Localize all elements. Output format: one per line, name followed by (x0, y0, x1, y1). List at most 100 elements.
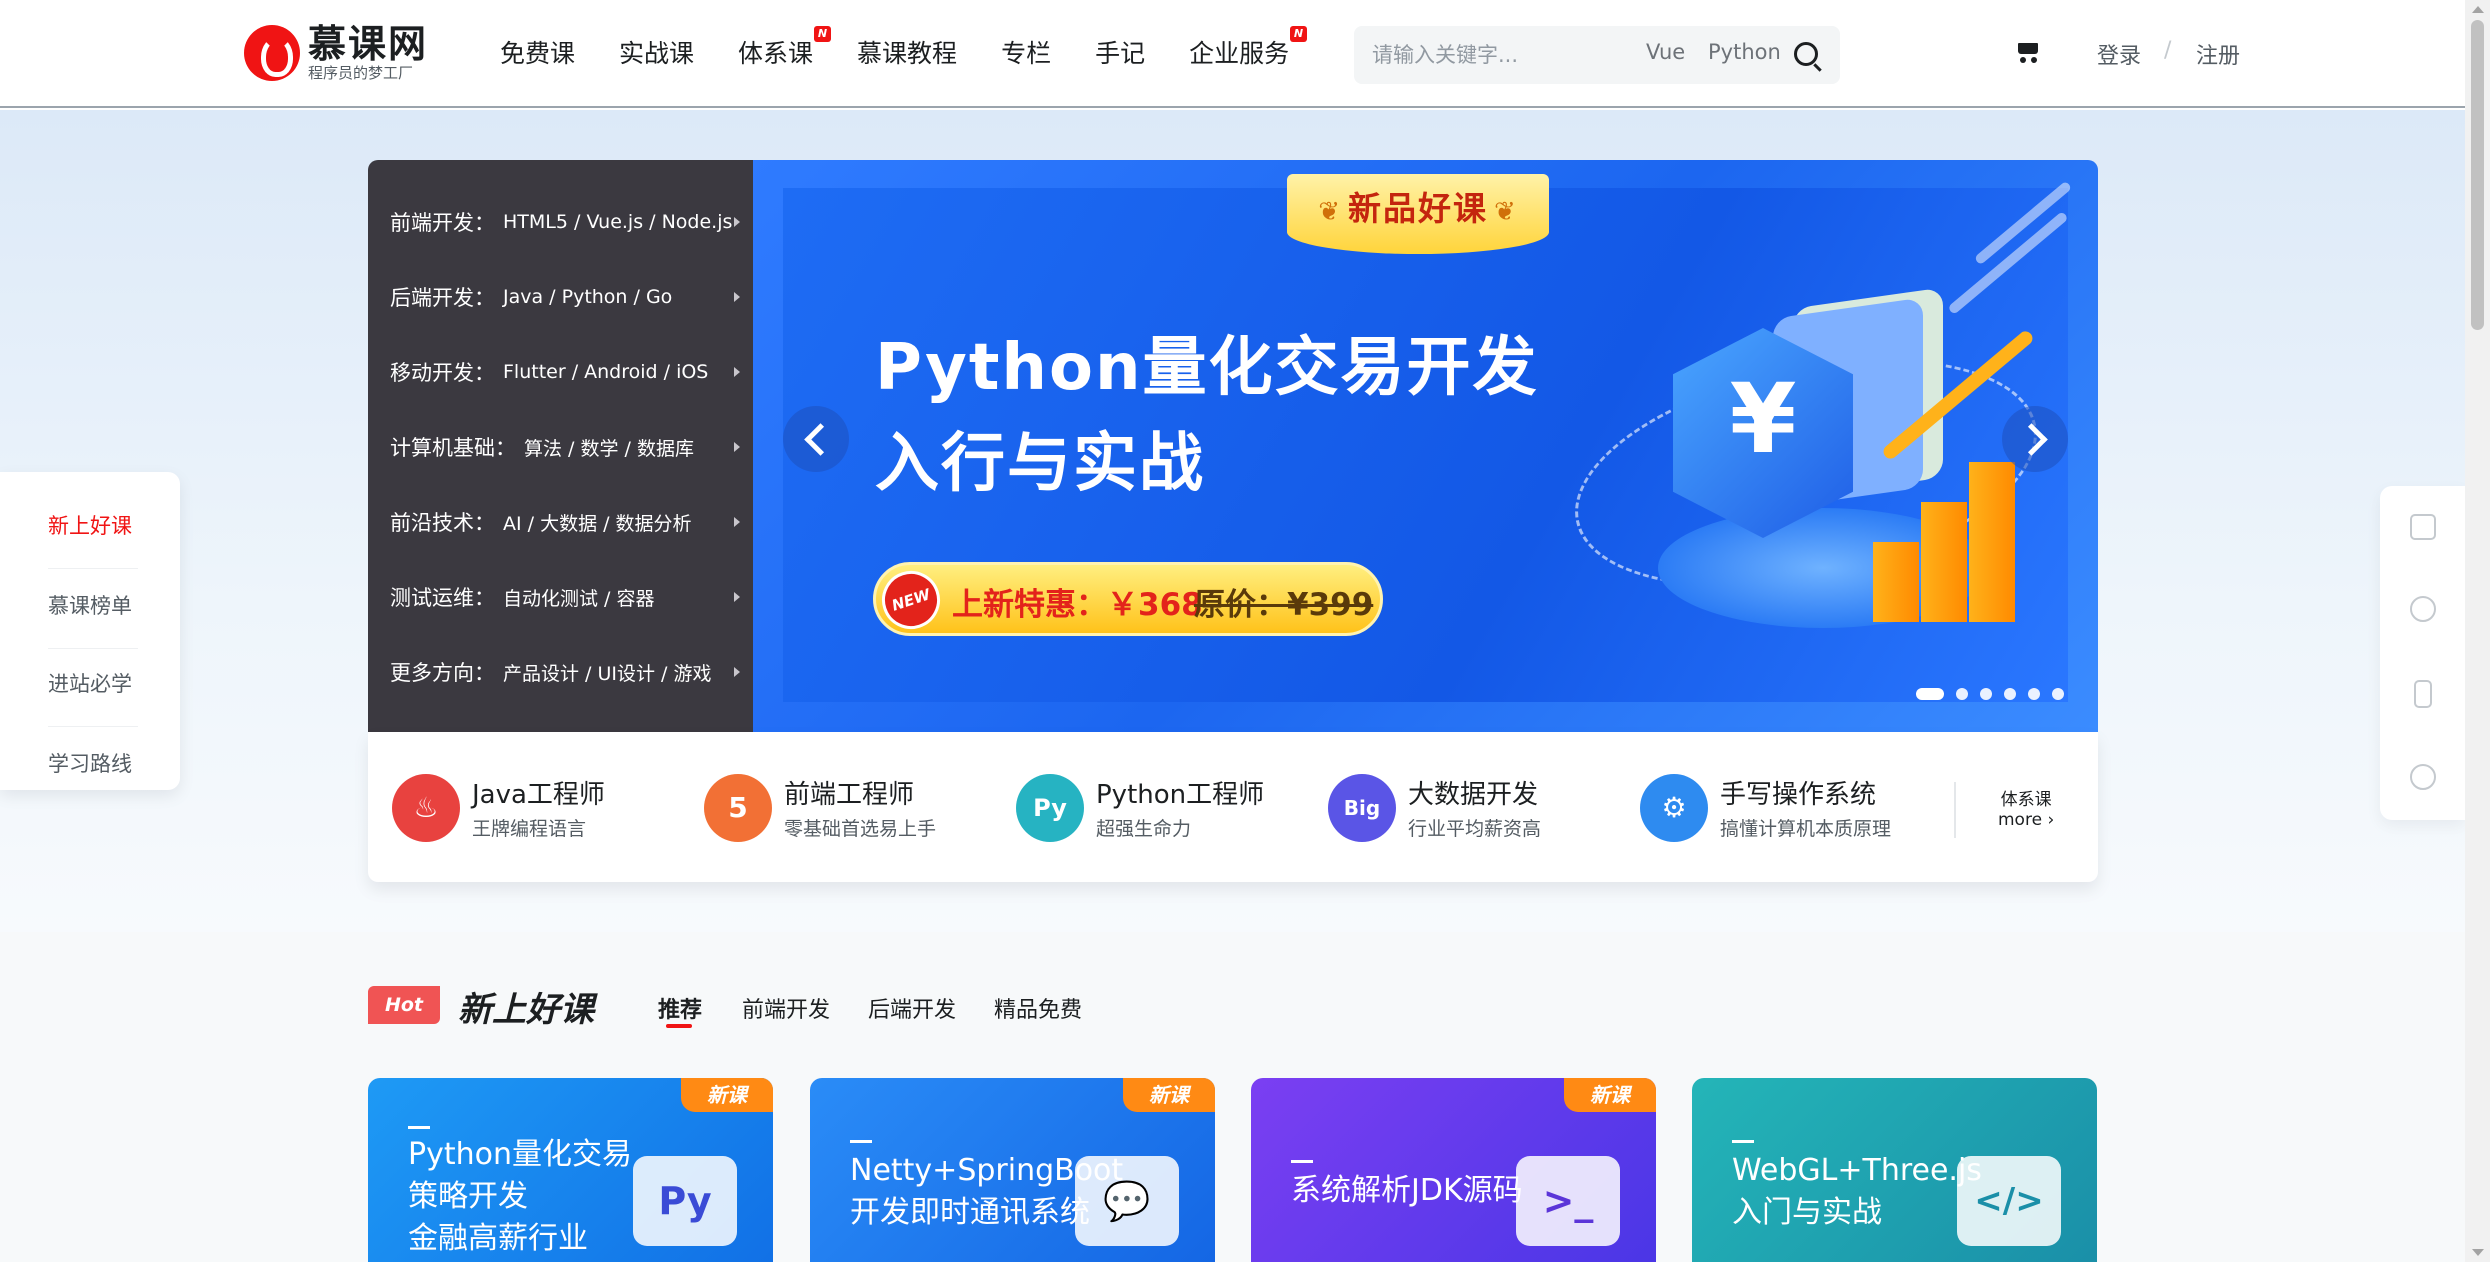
category-item-more[interactable]: 更多方向： 产品设计 / UI设计 / 游戏 (390, 657, 740, 687)
main-nav: 免费课 实战课 体系课 N 慕课教程 专栏 手记 企业服务 N (500, 26, 1333, 74)
customer-service-icon[interactable] (2410, 764, 2436, 790)
category-item-cs-basics[interactable]: 计算机基础： 算法 / 数学 / 数据库 (390, 432, 740, 462)
carousel-dot[interactable] (1980, 688, 1992, 700)
chat-bubble-icon: 💬 (1075, 1156, 1179, 1246)
decor-dash (1732, 1140, 1754, 1143)
divider (48, 648, 138, 649)
logo-subtitle: 程序员的梦工厂 (308, 64, 414, 82)
course-title: 系统解析JDK源码 (1291, 1173, 1523, 1208)
side-item-must-learn[interactable]: 进站必学 (48, 668, 132, 698)
new-course-tag: 新课 (681, 1078, 773, 1112)
caret-right-icon (734, 517, 740, 527)
side-item-rankings[interactable]: 慕课榜单 (48, 590, 132, 620)
side-item-new-courses[interactable]: 新上好课 (48, 510, 132, 540)
left-side-nav: 新上好课 慕课榜单 进站必学 学习路线 (0, 472, 180, 790)
active-tab-indicator (666, 1024, 692, 1028)
course-card[interactable]: Python量化交易 策略开发 金融高薪行业 新课 Py (368, 1078, 773, 1262)
bar-chart-decor (1969, 462, 2015, 622)
search-hot-vue[interactable]: Vue (1646, 40, 1685, 64)
code-brackets-icon: </> (1957, 1156, 2061, 1246)
page-scrollbar[interactable] (2465, 0, 2490, 1262)
category-item-testing[interactable]: 测试运维： 自动化测试 / 容器 (390, 582, 740, 612)
carousel-dot[interactable] (1956, 688, 1968, 700)
os-icon: ⚙ (1640, 774, 1708, 842)
carousel-dot[interactable] (1916, 688, 1944, 700)
promo-price: 上新特惠：￥368 (952, 587, 1203, 623)
banner-carousel[interactable]: ¥ 新品好课 Python量化交易开发 入行与实战 NEW 上新特惠：￥368 … (753, 160, 2098, 732)
caret-right-icon (734, 217, 740, 227)
search-icon[interactable] (1794, 42, 1818, 66)
new-course-tag: 新课 (1564, 1078, 1656, 1112)
new-badge: N (813, 26, 832, 42)
next-slide-button[interactable] (2002, 406, 2068, 472)
scroll-thumb[interactable] (2471, 20, 2484, 330)
course-card[interactable]: 系统解析JDK源码 新课 >_ (1251, 1078, 1656, 1262)
category-item-backend[interactable]: 后端开发： Java / Python / Go (390, 282, 740, 312)
yen-symbol-icon: ¥ (1729, 363, 1797, 475)
help-icon[interactable] (2410, 596, 2436, 622)
hot-badge: Hot (368, 986, 440, 1024)
decor-dash (408, 1126, 430, 1129)
new-stamp-icon: NEW (874, 563, 948, 637)
mobile-app-icon[interactable] (2414, 680, 2432, 708)
caret-right-icon (734, 292, 740, 302)
prev-slide-button[interactable] (783, 406, 849, 472)
banner-title: Python量化交易开发 入行与实战 (875, 331, 1539, 501)
tab-frontend[interactable]: 前端开发 (742, 992, 830, 1024)
search-box: Vue Python (1354, 26, 1840, 84)
carousel-dot[interactable] (2028, 688, 2040, 700)
separator: / (2164, 38, 2172, 63)
search-input[interactable] (1372, 38, 1612, 72)
course-card[interactable]: Netty+SpringBoot 开发即时通讯系统 新课 💬 (810, 1078, 1215, 1262)
new-course-tag: 新课 (1123, 1078, 1215, 1112)
java-icon: ♨ (392, 774, 460, 842)
scroll-up-icon[interactable] (2472, 6, 2484, 13)
course-title: Python量化交易 策略开发 金融高薪行业 (408, 1137, 632, 1256)
python-icon: Py (1016, 774, 1084, 842)
featured-python[interactable]: Py Python工程师 超强生命力 (992, 774, 1292, 844)
login-link[interactable]: 登录 (2097, 38, 2141, 70)
nav-item-enterprise[interactable]: 企业服务 N (1189, 26, 1308, 74)
course-card[interactable]: WebGL+Three.js 入门与实战 </> (1692, 1078, 2097, 1262)
featured-bigdata[interactable]: Big 大数据开发 行业平均薪资高 (1304, 774, 1604, 844)
feedback-icon[interactable] (2410, 514, 2436, 540)
original-price: 原价：¥399 (1194, 587, 1374, 623)
category-item-frontier[interactable]: 前沿技术： AI / 大数据 / 数据分析 (390, 507, 740, 537)
logo[interactable]: 慕课网 程序员的梦工厂 (244, 24, 428, 82)
new-course-badge: 新品好课 (1287, 174, 1549, 254)
category-item-frontend[interactable]: 前端开发： HTML5 / Vue.js / Node.js (390, 207, 740, 237)
nav-item-tutorial[interactable]: 慕课教程 (857, 34, 957, 74)
carousel-dot[interactable] (2004, 688, 2016, 700)
tab-free[interactable]: 精品免费 (994, 992, 1082, 1024)
nav-item-free[interactable]: 免费课 (500, 34, 575, 74)
nav-item-notes[interactable]: 手记 (1095, 34, 1145, 74)
register-link[interactable]: 注册 (2196, 38, 2240, 70)
caret-right-icon (734, 367, 740, 377)
system-courses-more-link[interactable]: 体系课 more › (1998, 790, 2054, 830)
featured-frontend[interactable]: 5 前端工程师 零基础首选易上手 (680, 774, 980, 844)
decor-dash (1291, 1160, 1313, 1163)
section-title: 新上好课 (458, 990, 594, 1030)
caret-right-icon (734, 667, 740, 677)
header: 慕课网 程序员的梦工厂 免费课 实战课 体系课 N 慕课教程 专栏 手记 企业服务… (0, 0, 2465, 108)
tab-recommended[interactable]: 推荐 (658, 992, 702, 1024)
new-badge: N (1289, 26, 1308, 42)
logo-flame-icon (244, 25, 300, 81)
nav-item-system[interactable]: 体系课 N (738, 26, 832, 74)
category-item-mobile[interactable]: 移动开发： Flutter / Android / iOS (390, 357, 740, 387)
side-item-learning-path[interactable]: 学习路线 (48, 748, 132, 778)
scroll-down-icon[interactable] (2472, 1249, 2484, 1256)
decor-dash (850, 1140, 872, 1143)
search-hot-python[interactable]: Python (1708, 40, 1781, 64)
carousel-dot[interactable] (2052, 688, 2064, 700)
nav-item-practical[interactable]: 实战课 (619, 34, 694, 74)
bar-chart-decor (1873, 542, 1919, 622)
cart-icon[interactable] (2014, 40, 2040, 63)
featured-java[interactable]: ♨ Java工程师 王牌编程语言 (368, 774, 668, 844)
bigdata-icon: Big (1328, 774, 1396, 842)
nav-item-column[interactable]: 专栏 (1001, 34, 1051, 74)
tab-backend[interactable]: 后端开发 (868, 992, 956, 1024)
divider (1954, 782, 1956, 838)
divider (48, 568, 138, 569)
featured-os[interactable]: ⚙ 手写操作系统 搞懂计算机本质原理 (1616, 774, 1916, 844)
